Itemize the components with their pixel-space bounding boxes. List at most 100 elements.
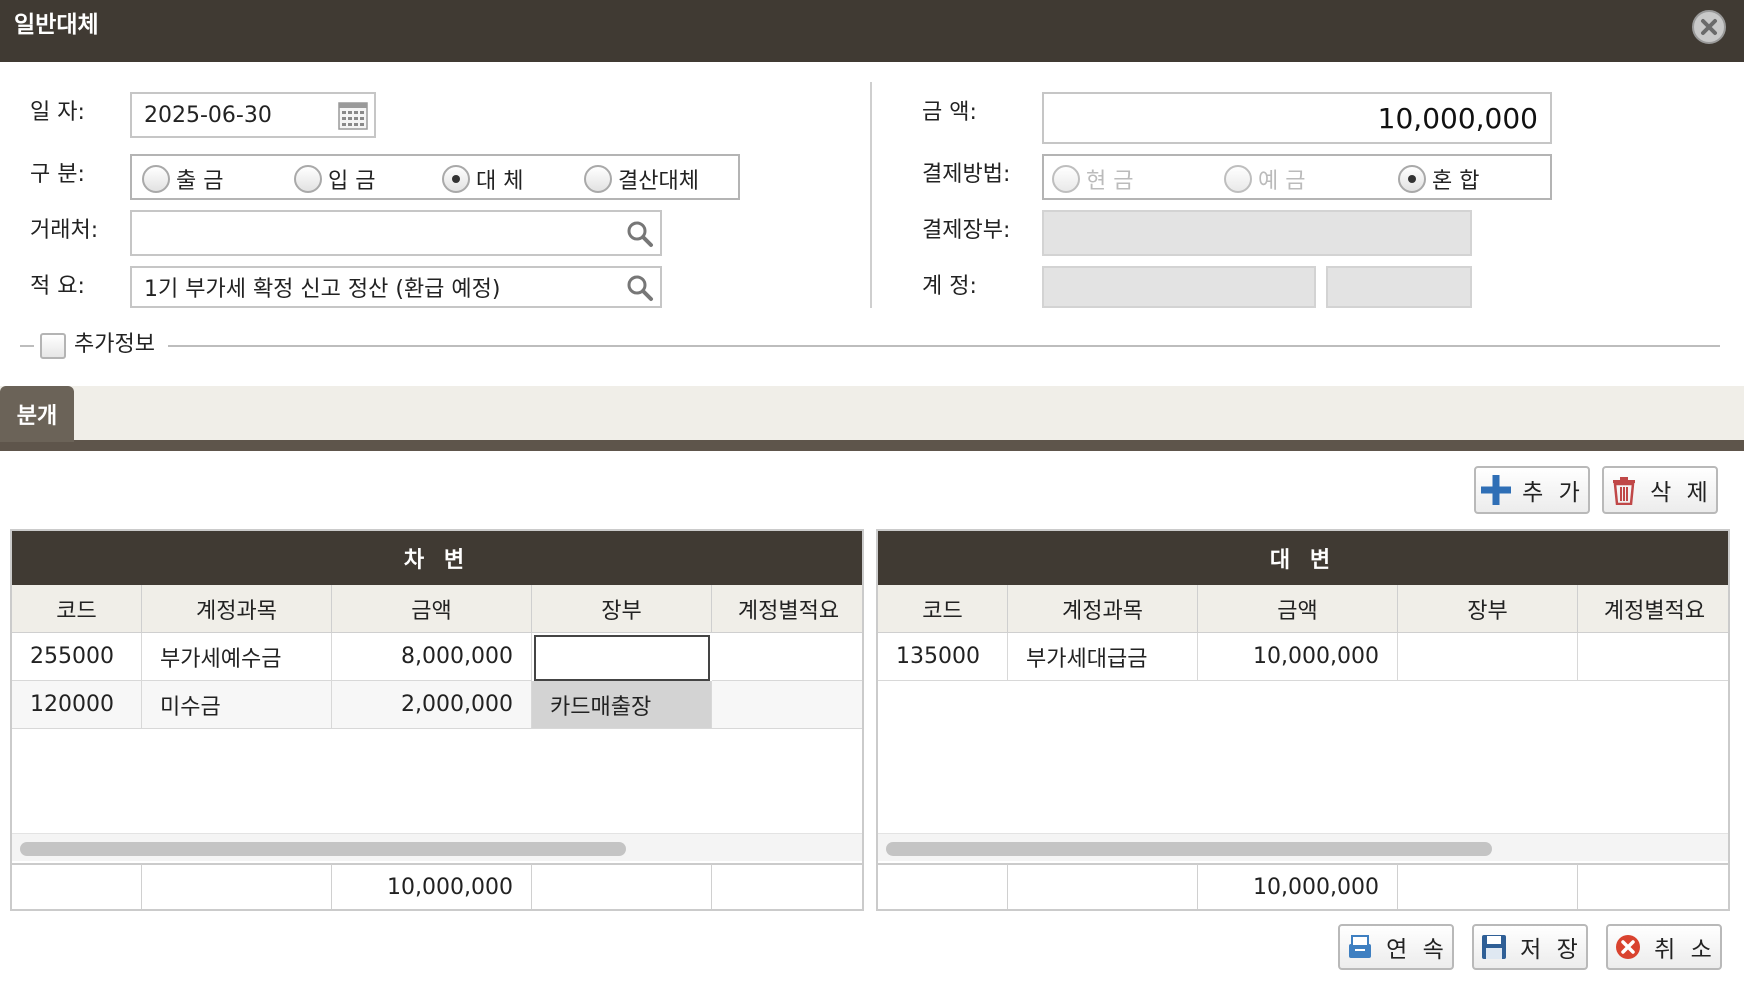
save-button[interactable]: 저 장 [1472,924,1588,970]
radio-circle [294,165,322,193]
close-button[interactable] [1692,10,1726,44]
memo-label: 적 요: [30,274,85,299]
partner-input[interactable] [130,210,662,256]
radio-label: 혼 합 [1432,169,1480,194]
continue-button[interactable]: 연 속 [1338,924,1454,970]
ledger-label: 결제장부: [922,218,1011,243]
ledger-input [1042,210,1472,256]
amount-label: 금 액: [922,100,977,125]
col-header-account[interactable]: 계정과목 [142,585,332,633]
debit-cell-amount[interactable]: 2,000,000 [332,681,532,729]
col-header-code[interactable]: 코드 [12,585,142,633]
title-bar [0,0,1744,62]
partner-label: 거래처: [30,218,99,243]
date-value: 2025-06-30 [144,102,272,128]
debit-grid-title: 차 변 [12,531,862,585]
credit-cell-ledger[interactable] [1398,633,1578,681]
credit-cell-code[interactable]: 135000 [878,633,1008,681]
radio-label: 대 체 [476,169,524,194]
continue-label: 연 속 [1386,937,1448,963]
radio-circle [142,165,170,193]
account-label: 계 정: [922,274,977,299]
debit-footer-cell [712,863,862,909]
debit-footer-cell [12,863,142,909]
repeat-icon [1344,931,1376,963]
close-icon [1701,19,1717,35]
credit-grid-title: 대 변 [878,531,1728,585]
col-header-account[interactable]: 계정과목 [1008,585,1198,633]
credit-footer-cell [1578,863,1728,909]
memo-value: 1기 부가세 확정 신고 정산 (환급 예정) [144,277,501,302]
radio-closing-transfer[interactable]: 결산대체 [584,163,699,195]
amount-input[interactable]: 10,000,000 [1042,92,1552,144]
col-header-ledger[interactable]: 장부 [532,585,712,633]
account-name-input [1326,266,1472,308]
col-header-ledger[interactable]: 장부 [1398,585,1578,633]
radio-mixed[interactable]: 혼 합 [1398,163,1479,195]
scrollbar-thumb[interactable] [886,842,1492,856]
radio-cash[interactable]: 현 금 [1052,163,1133,195]
col-header-code[interactable]: 코드 [878,585,1008,633]
credit-cell-account[interactable]: 부가세대급금 [1008,633,1198,681]
radio-label: 입 금 [328,169,376,194]
search-icon[interactable] [624,272,656,304]
debit-cell-account[interactable]: 부가세예수금 [142,633,332,681]
delete-row-button[interactable]: 삭 제 [1602,466,1718,514]
credit-footer-cell [1008,863,1198,909]
debit-cell-ledger[interactable]: 카드매출장 [532,681,712,729]
debit-cell-account[interactable]: 미수금 [142,681,332,729]
radio-withdraw[interactable]: 출 금 [142,163,223,195]
delete-row-label: 삭 제 [1650,480,1712,506]
type-label: 구 분: [30,162,85,187]
col-header-account-memo[interactable]: 계정별적요 [712,585,862,633]
debit-cell-memo[interactable] [712,681,862,729]
amount-value: 10,000,000 [1377,101,1538,135]
debit-footer-cell [142,863,332,909]
floppy-disk-icon [1478,931,1510,963]
plus-icon [1480,474,1512,506]
fieldset-divider [20,345,1720,347]
payment-label: 결제방법: [922,162,1011,187]
extra-info-label: 추가정보 [74,332,155,357]
col-header-amount[interactable]: 금액 [1198,585,1398,633]
radio-circle [1224,165,1252,193]
radio-deposit[interactable]: 입 금 [294,163,375,195]
tab-strip [0,386,1744,442]
credit-total: 10,000,000 [1198,863,1398,909]
date-input[interactable]: 2025-06-30 [130,92,376,138]
cancel-label: 취 소 [1654,937,1716,963]
credit-grid: 대 변 코드 계정과목 금액 장부 계정별적요 135000 부가세대급금 10… [876,529,1730,911]
scrollbar-thumb[interactable] [20,842,626,856]
col-header-amount[interactable]: 금액 [332,585,532,633]
debit-cell-amount[interactable]: 8,000,000 [332,633,532,681]
date-label: 일 자: [30,100,85,125]
debit-cell-code[interactable]: 120000 [12,681,142,729]
add-row-button[interactable]: 추 가 [1474,466,1590,514]
type-radio-group: 출 금 입 금 대 체 결산대체 [130,154,740,200]
credit-cell-memo[interactable] [1578,633,1728,681]
radio-label: 출 금 [176,169,224,194]
debit-cell-code[interactable]: 255000 [12,633,142,681]
credit-horizontal-scrollbar[interactable] [878,833,1728,861]
account-code-input [1042,266,1316,308]
extra-info-checkbox[interactable] [40,333,66,359]
cancel-button[interactable]: 취 소 [1606,924,1722,970]
credit-cell-amount[interactable]: 10,000,000 [1198,633,1398,681]
cancel-icon [1612,931,1644,963]
tab-journal[interactable]: 분개 [0,386,74,442]
col-header-account-memo[interactable]: 계정별적요 [1578,585,1728,633]
radio-transfer[interactable]: 대 체 [442,163,523,195]
radio-circle-selected [442,165,470,193]
radio-bank[interactable]: 예 금 [1224,163,1305,195]
debit-cell-memo[interactable] [712,633,862,681]
radio-label: 예 금 [1258,169,1306,194]
memo-input[interactable]: 1기 부가세 확정 신고 정산 (환급 예정) [130,266,662,308]
debit-grid: 차 변 코드 계정과목 금액 장부 계정별적요 255000 부가세예수금 8,… [10,529,864,911]
calendar-icon[interactable] [338,102,368,130]
debit-cell-ledger-editor[interactable] [534,635,710,681]
search-icon[interactable] [624,218,656,250]
debit-footer-cell [532,863,712,909]
trash-icon [1608,474,1640,506]
radio-label: 현 금 [1086,169,1134,194]
debit-horizontal-scrollbar[interactable] [12,833,862,861]
